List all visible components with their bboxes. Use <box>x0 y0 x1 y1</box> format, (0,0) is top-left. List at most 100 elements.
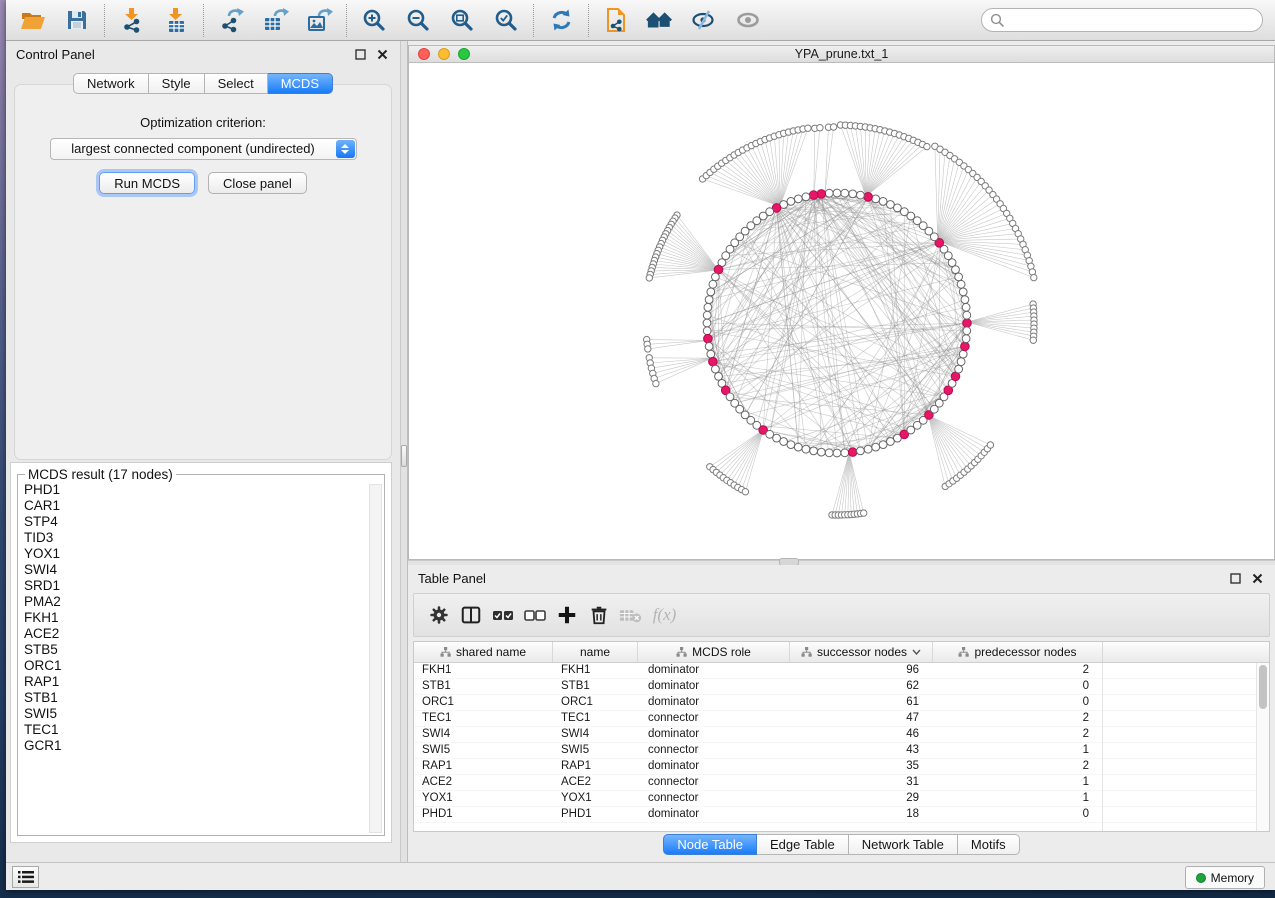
network-node[interactable] <box>879 198 887 206</box>
network-node[interactable] <box>704 303 712 311</box>
network-node[interactable] <box>864 445 872 453</box>
table-row[interactable]: ORC1ORC1dominator610 <box>414 695 1269 711</box>
table-cell[interactable]: 29 <box>790 791 933 806</box>
table-cell[interactable]: 0 <box>933 695 1103 710</box>
mcds-result-item[interactable]: SWI4 <box>24 562 384 578</box>
table-cell[interactable]: PHD1 <box>553 807 638 822</box>
zoom-selected-icon[interactable] <box>492 6 520 34</box>
function-builder-icon[interactable]: f(x) <box>650 603 675 628</box>
hide-graphics-details-icon[interactable] <box>690 6 718 34</box>
table-row[interactable]: FKH1FKH1dominator962 <box>414 663 1269 679</box>
table-cell[interactable]: 1 <box>933 743 1103 758</box>
network-graph[interactable] <box>409 63 1274 559</box>
network-node[interactable] <box>962 303 970 311</box>
network-node[interactable] <box>857 447 865 455</box>
table-cell[interactable]: 46 <box>790 727 933 742</box>
tab-mcds[interactable]: MCDS <box>268 73 333 94</box>
network-node[interactable] <box>709 280 717 288</box>
float-panel-icon[interactable] <box>1230 573 1241 584</box>
mcds-result-item[interactable]: ACE2 <box>24 626 384 642</box>
mcds-node[interactable] <box>817 190 826 199</box>
table-cell[interactable]: 0 <box>933 679 1103 694</box>
zoom-out-icon[interactable] <box>404 6 432 34</box>
table-cell[interactable]: 18 <box>790 807 933 822</box>
table-cell[interactable]: 2 <box>933 711 1103 726</box>
table-cell[interactable]: YOX1 <box>414 791 553 806</box>
mcds-result-item[interactable]: GCR1 <box>24 738 384 754</box>
tab-network[interactable]: Network <box>73 73 149 94</box>
mcds-result-item[interactable]: SWI5 <box>24 706 384 722</box>
network-node[interactable] <box>705 296 713 304</box>
table-cell[interactable]: dominator <box>638 807 790 822</box>
network-node[interactable] <box>817 448 825 456</box>
tab-node-table[interactable]: Node Table <box>663 834 757 855</box>
table-row[interactable]: TEC1TEC1connector472 <box>414 711 1269 727</box>
network-node[interactable] <box>955 365 963 373</box>
network-node[interactable] <box>794 195 802 203</box>
mcds-result-item[interactable]: TEC1 <box>24 722 384 738</box>
table-cell[interactable]: 31 <box>790 775 933 790</box>
mcds-result-item[interactable]: STP4 <box>24 514 384 530</box>
mcds-node[interactable] <box>864 193 873 202</box>
mcds-result-item[interactable]: PMA2 <box>24 594 384 610</box>
column-header-predecessor-nodes[interactable]: predecessor nodes <box>933 642 1103 662</box>
column-header-mcds-role[interactable]: MCDS role <box>638 642 790 662</box>
table-cell[interactable]: TEC1 <box>553 711 638 726</box>
network-node[interactable] <box>963 311 971 319</box>
import-network-icon[interactable] <box>118 6 146 34</box>
table-row[interactable]: SWI4SWI4dominator462 <box>414 727 1269 743</box>
table-cell[interactable]: 0 <box>933 807 1103 822</box>
network-node[interactable] <box>872 443 880 451</box>
tab-network-table[interactable]: Network Table <box>849 834 958 855</box>
export-table-icon[interactable] <box>261 6 289 34</box>
table-cell[interactable]: SWI4 <box>414 727 553 742</box>
table-cell[interactable]: PHD1 <box>414 807 553 822</box>
table-cell[interactable]: RAP1 <box>414 759 553 774</box>
table-cell[interactable]: dominator <box>638 663 790 678</box>
table-cell[interactable]: TEC1 <box>414 711 553 726</box>
network-node[interactable] <box>833 449 841 457</box>
table-cell[interactable]: STB1 <box>414 679 553 694</box>
table-cell[interactable]: 47 <box>790 711 933 726</box>
mcds-node[interactable] <box>848 448 857 457</box>
network-node[interactable] <box>703 319 711 327</box>
network-node[interactable] <box>787 198 795 206</box>
table-row[interactable]: PHD1PHD1dominator180 <box>414 807 1269 823</box>
mcds-node[interactable] <box>961 342 970 351</box>
show-graphics-details-icon[interactable] <box>734 6 762 34</box>
export-network-icon[interactable] <box>217 6 245 34</box>
zoom-fit-icon[interactable] <box>448 6 476 34</box>
network-node[interactable] <box>962 335 970 343</box>
network-node[interactable] <box>961 296 969 304</box>
gear-icon[interactable] <box>426 603 451 628</box>
close-panel-icon[interactable] <box>377 49 388 60</box>
mcds-result-item[interactable]: FKH1 <box>24 610 384 626</box>
deselect-all-icon[interactable] <box>522 603 547 628</box>
table-cell[interactable]: connector <box>638 743 790 758</box>
add-icon[interactable] <box>554 603 579 628</box>
table-cell[interactable]: SWI5 <box>414 743 553 758</box>
mcds-result-item[interactable]: TID3 <box>24 530 384 546</box>
mcds-node[interactable] <box>809 191 818 200</box>
table-row[interactable]: STB1STB1dominator620 <box>414 679 1269 695</box>
network-node[interactable] <box>802 445 810 453</box>
table-cell[interactable]: dominator <box>638 727 790 742</box>
export-image-icon[interactable] <box>305 6 333 34</box>
mcds-result-item[interactable]: RAP1 <box>24 674 384 690</box>
network-node[interactable] <box>707 350 715 358</box>
import-table-icon[interactable] <box>162 6 190 34</box>
float-panel-icon[interactable] <box>355 49 366 60</box>
table-cell[interactable]: 2 <box>933 727 1103 742</box>
tab-motifs[interactable]: Motifs <box>958 834 1020 855</box>
split-columns-icon[interactable] <box>458 603 483 628</box>
network-node[interactable] <box>703 311 711 319</box>
mcds-list-scrollbar[interactable] <box>369 484 382 833</box>
network-node[interactable] <box>841 189 849 197</box>
table-cell[interactable]: ACE2 <box>553 775 638 790</box>
network-node[interactable] <box>872 195 880 203</box>
tab-edge-table[interactable]: Edge Table <box>757 834 849 855</box>
table-cell[interactable]: ORC1 <box>553 695 638 710</box>
network-node[interactable] <box>887 201 895 209</box>
table-cell[interactable]: 43 <box>790 743 933 758</box>
table-cell[interactable]: dominator <box>638 695 790 710</box>
